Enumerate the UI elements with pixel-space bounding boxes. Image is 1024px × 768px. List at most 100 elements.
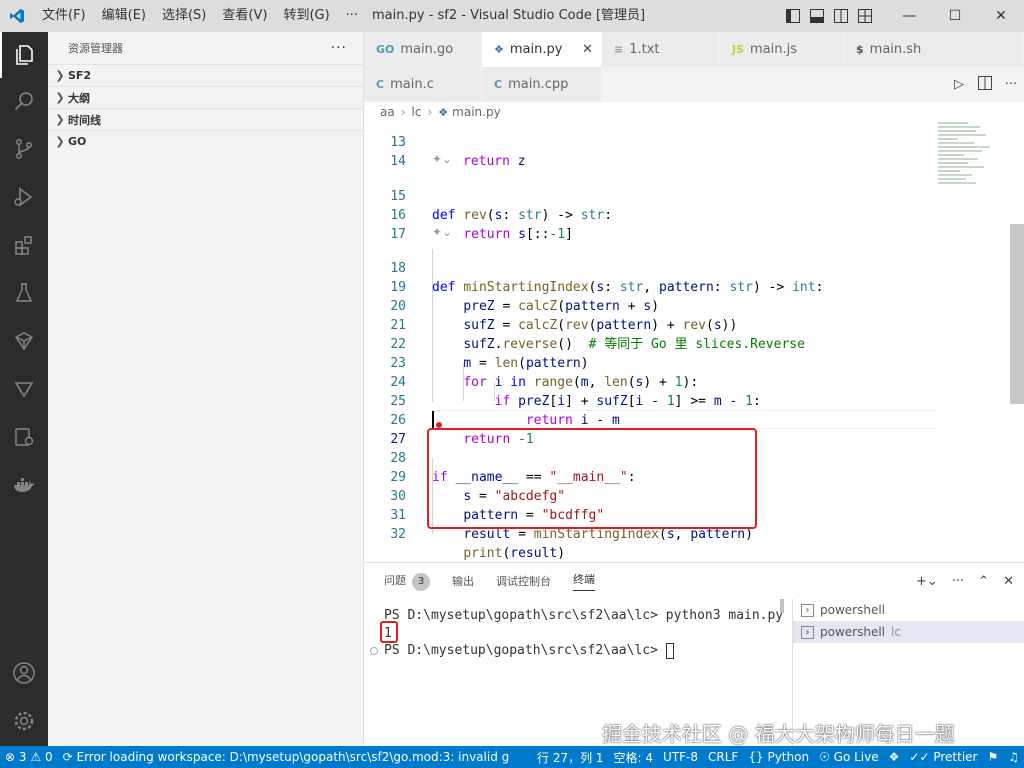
vscode-window: 文件(F) 编辑(E) 选择(S) 查看(V) 转到(G) ··· main.p… — [0, 0, 1024, 768]
layout-controls — [786, 0, 872, 32]
terminal-line: PS D:\mysetup\gopath\src\sf2\aa\lc> pyth… — [384, 608, 784, 623]
more-actions-icon[interactable]: ··· — [331, 32, 347, 64]
menu-selection[interactable]: 选择(S) — [154, 0, 214, 32]
search-icon[interactable] — [0, 78, 48, 124]
sparkle-icon[interactable]: ✦⌄ — [432, 152, 452, 166]
section-sf2[interactable]: ❯ SF2 — [48, 64, 363, 86]
terminal-item-selected[interactable]: › powershell lc — [793, 621, 1024, 643]
tab-debug-console[interactable]: 调试控制台 — [496, 573, 551, 589]
terminal-cwd: lc — [891, 625, 901, 639]
menu-view[interactable]: 查看(V) — [214, 0, 275, 32]
settings-gear-icon[interactable] — [0, 698, 48, 744]
run-debug-icon[interactable] — [0, 174, 48, 220]
tab-problems[interactable]: 问题 3 — [384, 572, 430, 591]
toggle-panel-icon[interactable] — [810, 9, 824, 23]
chevron-right-icon: ❯ — [55, 113, 65, 126]
prettier-status[interactable]: ✓✓ Prettier — [904, 750, 982, 764]
breadcrumb-item[interactable]: lc — [412, 105, 422, 119]
feedback-icon[interactable]: ⚑ — [982, 750, 1003, 764]
terminal-prompt-text: PS D:\mysetup\gopath\src\sf2\aa\lc> — [384, 643, 666, 658]
terminal-item[interactable]: › powershell — [793, 599, 1024, 621]
toggle-sidebar-icon[interactable] — [786, 9, 800, 23]
customize-layout-icon[interactable] — [858, 9, 872, 23]
code-line: 24 if preZ[i] + sufZ[i - 1] >= m - 1: — [390, 375, 761, 409]
codegeex-status-icon[interactable]: ❖ — [884, 750, 905, 764]
code-editor[interactable]: 13 return z 14 ✦⌄ 15 def rev(s: str) -> … — [364, 122, 1024, 562]
command-decoration-icon[interactable] — [370, 647, 378, 655]
section-go[interactable]: ❯ GO — [48, 130, 363, 152]
end-of-line[interactable]: CRLF — [703, 750, 743, 764]
menu-more[interactable]: ··· — [338, 0, 366, 32]
sidebar-title: 资源管理器 — [68, 42, 123, 55]
source-control-icon[interactable] — [0, 126, 48, 172]
account-icon[interactable] — [0, 650, 48, 696]
breadcrumb-item[interactable]: aa — [380, 105, 395, 119]
minimap[interactable] — [938, 122, 998, 202]
extensions-icon[interactable] — [0, 222, 48, 268]
more-actions-icon[interactable]: ··· — [1004, 77, 1018, 92]
tab-main-c[interactable]: C main.c — [364, 67, 482, 102]
tab-output[interactable]: 输出 — [452, 573, 474, 589]
c-file-icon: C — [376, 78, 385, 91]
tab-main-js[interactable]: JS main.js — [720, 32, 844, 67]
editor-actions: ▷ ··· — [952, 67, 1018, 102]
cursor-position[interactable]: 行 27，列 1 — [532, 749, 609, 766]
menu-edit[interactable]: 编辑(E) — [94, 0, 154, 32]
close-tab-icon[interactable]: ✕ — [582, 42, 593, 57]
tab-main-cpp[interactable]: C main.cpp — [482, 67, 602, 102]
section-label: GO — [68, 135, 87, 148]
indentation[interactable]: 空格: 4 — [609, 749, 659, 766]
problems-status[interactable]: ⊗ 3 ⚠ 0 — [0, 750, 58, 764]
tab-main-sh[interactable]: $ main.sh — [844, 32, 1024, 67]
tab-main-py[interactable]: ❖ main.py ✕ — [482, 32, 602, 67]
run-file-icon[interactable]: ▷ — [952, 77, 966, 92]
workspace-error-status[interactable]: ⟳ Error loading workspace: D:\mysetup\go… — [58, 750, 515, 764]
terminal-scrollbar[interactable] — [780, 599, 784, 613]
section-outline[interactable]: ❯ 大纲 — [48, 86, 363, 108]
new-terminal-icon[interactable]: +⌄ — [916, 574, 938, 589]
menu-go[interactable]: 转到(G) — [275, 0, 337, 32]
maximize-panel-icon[interactable]: ⌃ — [978, 574, 989, 589]
encoding[interactable]: UTF-8 — [658, 750, 703, 764]
tab-label: 问题 — [384, 573, 406, 587]
terminal-prompt: PS D:\mysetup\gopath\src\sf2\aa\lc> — [384, 642, 674, 660]
editor-scrollbar[interactable] — [1010, 224, 1024, 404]
code-line: 16 return s[::-1] — [390, 208, 573, 242]
gitlens-icon[interactable] — [0, 366, 48, 412]
testing-icon[interactable] — [0, 270, 48, 316]
codegeex-icon[interactable] — [0, 318, 48, 364]
tab-1-txt[interactable]: ≡ 1.txt — [602, 32, 720, 67]
remote-explorer-icon[interactable] — [0, 414, 48, 460]
code-line: 26 return -1 — [390, 413, 534, 447]
section-timeline[interactable]: ❯ 时间线 — [48, 108, 363, 130]
chevron-right-icon: ❯ — [55, 69, 65, 82]
sparkle-icon[interactable]: ✦⌄ — [432, 225, 452, 239]
tab-label: main.js — [750, 42, 798, 57]
code-line: 19 preZ = calcZ(pattern + s) — [390, 280, 660, 314]
section-label: 大纲 — [68, 91, 90, 105]
docker-icon[interactable] — [0, 462, 48, 508]
status-bar: ⊗ 3 ⚠ 0 ⟳ Error loading workspace: D:\my… — [0, 746, 1024, 768]
go-live-button[interactable]: ☉ Go Live — [814, 750, 884, 764]
python-file-icon: ❖ — [438, 105, 449, 119]
more-actions-icon[interactable]: ··· — [952, 574, 964, 589]
minimize-icon[interactable]: — — [886, 0, 932, 32]
watermark: 掘金技术社区 @ 福大大架构师每日一题 — [602, 722, 955, 746]
maximize-icon[interactable]: ☐ — [932, 0, 978, 32]
terminal-icon: › — [801, 625, 814, 639]
close-window-icon[interactable]: ✕ — [978, 0, 1024, 32]
split-editor-icon[interactable] — [978, 75, 992, 94]
close-panel-icon[interactable]: ✕ — [1003, 574, 1014, 589]
breadcrumb: aa › lc › ❖ main.py — [364, 102, 1024, 122]
tab-main-go[interactable]: GO main.go — [364, 32, 482, 67]
code-line: 14 — [390, 154, 406, 169]
tab-label: main.c — [390, 77, 434, 92]
breadcrumb-item[interactable]: main.py — [452, 105, 501, 119]
chevron-right-icon: ❯ — [55, 91, 65, 104]
language-mode[interactable]: {} Python — [743, 750, 814, 764]
tab-terminal[interactable]: 终端 — [573, 571, 595, 591]
explorer-icon[interactable] — [0, 32, 48, 78]
notifications-bell-icon[interactable]: ♫ — [1003, 750, 1024, 764]
menu-file[interactable]: 文件(F) — [34, 0, 94, 32]
toggle-secondary-sidebar-icon[interactable] — [834, 9, 848, 23]
